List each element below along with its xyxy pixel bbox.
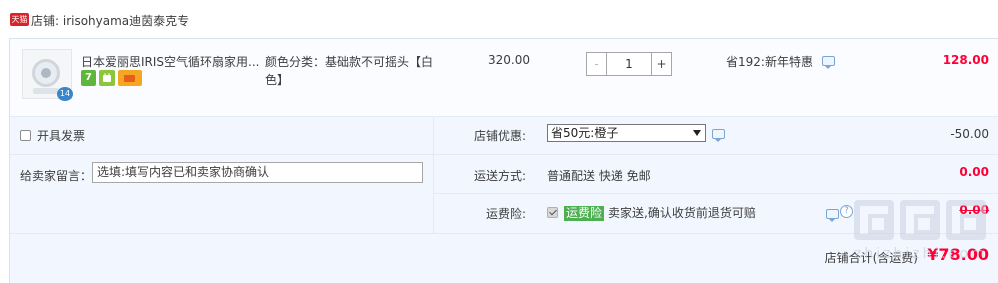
coupon-selected-value: 省50元:橙子 [551, 126, 619, 140]
total-value: ¥78.00 [927, 245, 989, 264]
shipping-label: 运送方式: [473, 169, 526, 183]
chat-icon[interactable] [712, 129, 725, 142]
invoice-option[interactable]: 开具发票 [20, 127, 85, 144]
insurance-icons: ? [826, 205, 853, 222]
insurance-tag: 运费险 [564, 206, 605, 221]
quantity-minus-button[interactable]: - [587, 53, 607, 75]
insurance-text: 卖家送,确认收货前退货可赔 [608, 206, 756, 220]
total-label: 店铺合计(含运费) [824, 251, 918, 265]
quantity-input[interactable]: 1 [607, 53, 651, 75]
shop-name-link[interactable]: 店铺: irisohyama迪茵泰克专 [31, 12, 189, 29]
divider [434, 193, 998, 194]
product-title-link[interactable]: 日本爱丽思IRIS空气循环扇家用... [81, 53, 261, 70]
insurance-amount: 0.00 [959, 203, 989, 217]
7-day-return-icon[interactable]: 7 [81, 70, 96, 86]
android-service-icon[interactable] [99, 70, 115, 86]
divider [433, 117, 434, 233]
quantity-plus-button[interactable]: + [651, 53, 671, 75]
item-subtotal: 128.00 [942, 53, 989, 67]
divider [434, 154, 998, 155]
shipping-method: 普通配送 快递 免邮 [547, 169, 651, 183]
insurance-label: 运费险: [485, 207, 526, 221]
coupon-label: 店铺优惠: [473, 129, 526, 143]
invoice-checkbox[interactable] [20, 130, 31, 141]
shipping-amount: 0.00 [959, 165, 989, 179]
card-icon[interactable] [118, 70, 142, 86]
unit-price: 320.00 [488, 53, 530, 67]
quantity-stepper: - 1 + [586, 52, 672, 76]
order-box: 14 日本爱丽思IRIS空气循环扇家用... 7 颜色分类：基础款不可摇头【白色… [9, 38, 998, 283]
chevron-down-icon [693, 130, 701, 136]
seller-message-input[interactable]: 选填:填写内容已和卖家协商确认 [92, 162, 423, 183]
chat-icon[interactable] [826, 208, 839, 222]
shop-total-row: 店铺合计(含运费) ¥78.00 [10, 233, 998, 283]
thumb-badge: 14 [57, 87, 73, 101]
insurance-option: 运费险 卖家送,确认收货前退货可赔 [547, 204, 756, 221]
chat-icon[interactable] [822, 56, 835, 69]
item-row: 14 日本爱丽思IRIS空气循环扇家用... 7 颜色分类：基础款不可摇头【白色… [10, 39, 998, 117]
message-label: 给卖家留言： [20, 169, 93, 183]
discount-text: 省192:新年特惠 [726, 55, 813, 69]
shop-header: 天猫 店铺: irisohyama迪茵泰克专 [0, 0, 998, 40]
product-thumbnail[interactable]: 14 [22, 49, 73, 101]
order-options: 开具发票 给卖家留言： 选填:填写内容已和卖家协商确认 店铺优惠: 省50元:橙… [10, 117, 998, 283]
divider [10, 154, 433, 155]
discount-info: 省192:新年特惠 [726, 53, 835, 70]
help-icon[interactable]: ? [840, 205, 853, 218]
coupon-select[interactable]: 省50元:橙子 [547, 124, 706, 142]
tmall-badge-icon: 天猫 [10, 13, 29, 26]
sku-info: 颜色分类：基础款不可摇头【白色】 [265, 55, 434, 87]
coupon-amount: -50.00 [950, 127, 989, 141]
invoice-label: 开具发票 [37, 129, 86, 143]
insurance-checkbox[interactable] [547, 207, 558, 218]
